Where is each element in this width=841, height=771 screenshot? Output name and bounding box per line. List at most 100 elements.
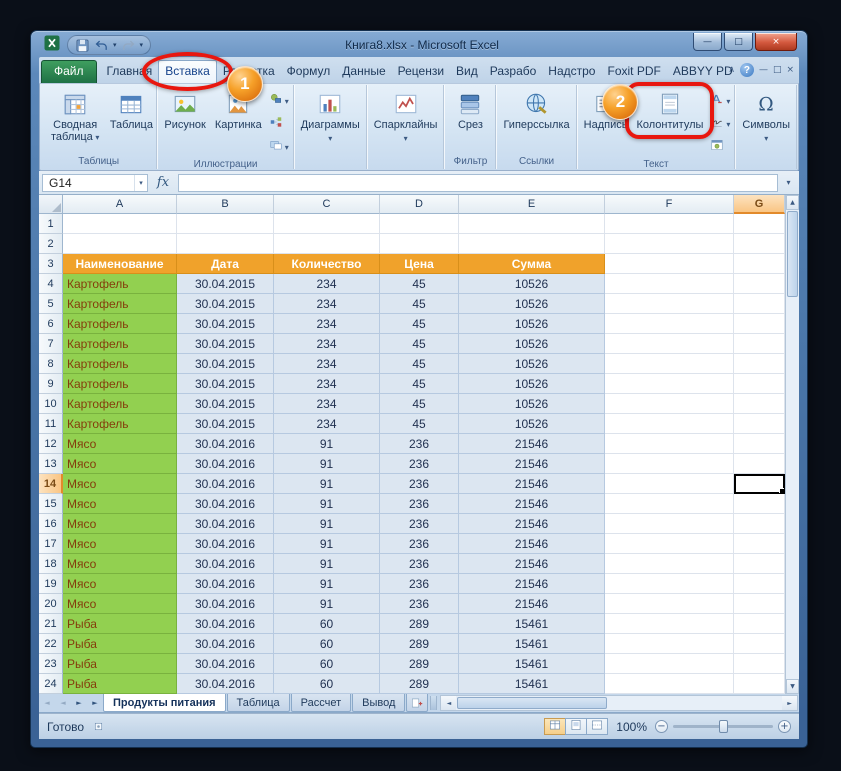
row-header-19[interactable]: 19 bbox=[39, 574, 63, 594]
cell-D15[interactable]: 236 bbox=[380, 494, 459, 514]
column-header-G[interactable]: G bbox=[734, 195, 785, 214]
scroll-down-icon[interactable]: ▼ bbox=[786, 679, 799, 694]
row-header-2[interactable]: 2 bbox=[39, 234, 63, 254]
cell-C20[interactable]: 91 bbox=[274, 594, 380, 614]
tab-addins[interactable]: Надстро bbox=[542, 60, 601, 83]
cell-E7[interactable]: 10526 bbox=[459, 334, 605, 354]
next-sheet-button[interactable]: ► bbox=[71, 694, 87, 712]
row-header-18[interactable]: 18 bbox=[39, 554, 63, 574]
close-button[interactable]: × bbox=[755, 33, 797, 51]
cell-E10[interactable]: 10526 bbox=[459, 394, 605, 414]
ribbon-button-slicer[interactable]: Срез bbox=[447, 88, 493, 133]
ribbon-button-hyperlink[interactable]: Гиперссылка bbox=[499, 88, 573, 133]
cell-A5[interactable]: Картофель bbox=[63, 294, 177, 314]
ribbon-small-smartart-button[interactable] bbox=[267, 114, 291, 135]
cell-E17[interactable]: 21546 bbox=[459, 534, 605, 554]
cell-A24[interactable]: Рыба bbox=[63, 674, 177, 694]
cell-B1[interactable] bbox=[177, 214, 274, 234]
cell-F3[interactable] bbox=[605, 254, 734, 274]
cell-E19[interactable]: 21546 bbox=[459, 574, 605, 594]
cell-A6[interactable]: Картофель bbox=[63, 314, 177, 334]
workbook-minimize-icon[interactable]: — bbox=[759, 65, 768, 75]
cell-G5[interactable] bbox=[734, 294, 785, 314]
cell-E11[interactable]: 10526 bbox=[459, 414, 605, 434]
cell-C3[interactable]: Количество bbox=[274, 254, 380, 274]
cell-E21[interactable]: 15461 bbox=[459, 614, 605, 634]
cell-D21[interactable]: 289 bbox=[380, 614, 459, 634]
cell-B23[interactable]: 30.04.2016 bbox=[177, 654, 274, 674]
cell-F11[interactable] bbox=[605, 414, 734, 434]
cell-D17[interactable]: 236 bbox=[380, 534, 459, 554]
cell-C5[interactable]: 234 bbox=[274, 294, 380, 314]
cell-F21[interactable] bbox=[605, 614, 734, 634]
sheet-tab-products[interactable]: Продукты питания bbox=[103, 694, 226, 712]
cell-D14[interactable]: 236 bbox=[380, 474, 459, 494]
cell-A21[interactable]: Рыба bbox=[63, 614, 177, 634]
save-button[interactable] bbox=[75, 38, 90, 53]
row-header-3[interactable]: 3 bbox=[39, 254, 63, 274]
cell-G13[interactable] bbox=[734, 454, 785, 474]
cell-A22[interactable]: Рыба bbox=[63, 634, 177, 654]
cell-D1[interactable] bbox=[380, 214, 459, 234]
minimize-button[interactable]: — bbox=[693, 33, 722, 51]
row-header-20[interactable]: 20 bbox=[39, 594, 63, 614]
cell-D13[interactable]: 236 bbox=[380, 454, 459, 474]
cell-D7[interactable]: 45 bbox=[380, 334, 459, 354]
column-header-F[interactable]: F bbox=[605, 195, 734, 214]
macro-record-icon[interactable] bbox=[92, 720, 105, 733]
help-icon[interactable]: ? bbox=[740, 63, 754, 77]
cell-F5[interactable] bbox=[605, 294, 734, 314]
cell-G7[interactable] bbox=[734, 334, 785, 354]
undo-dropdown-arrow[interactable]: ▾ bbox=[113, 41, 117, 49]
row-header-5[interactable]: 5 bbox=[39, 294, 63, 314]
row-header-10[interactable]: 10 bbox=[39, 394, 63, 414]
cell-F22[interactable] bbox=[605, 634, 734, 654]
cell-E6[interactable]: 10526 bbox=[459, 314, 605, 334]
ribbon-small-shapes-button[interactable]: ▾ bbox=[267, 91, 291, 112]
minimize-ribbon-icon[interactable]: ∧ bbox=[728, 65, 735, 75]
cell-F8[interactable] bbox=[605, 354, 734, 374]
sheet-tab-output[interactable]: Вывод bbox=[352, 694, 405, 712]
cell-C13[interactable]: 91 bbox=[274, 454, 380, 474]
cell-B18[interactable]: 30.04.2016 bbox=[177, 554, 274, 574]
cell-F15[interactable] bbox=[605, 494, 734, 514]
cell-G8[interactable] bbox=[734, 354, 785, 374]
cell-G9[interactable] bbox=[734, 374, 785, 394]
cell-F18[interactable] bbox=[605, 554, 734, 574]
cell-C4[interactable]: 234 bbox=[274, 274, 380, 294]
row-header-15[interactable]: 15 bbox=[39, 494, 63, 514]
row-header-22[interactable]: 22 bbox=[39, 634, 63, 654]
cell-B8[interactable]: 30.04.2015 bbox=[177, 354, 274, 374]
cell-E23[interactable]: 15461 bbox=[459, 654, 605, 674]
cell-B19[interactable]: 30.04.2016 bbox=[177, 574, 274, 594]
cell-E16[interactable]: 21546 bbox=[459, 514, 605, 534]
vertical-scroll-thumb[interactable] bbox=[787, 211, 798, 297]
cell-B10[interactable]: 30.04.2015 bbox=[177, 394, 274, 414]
insert-function-button[interactable]: fx bbox=[151, 175, 175, 190]
vertical-scrollbar[interactable]: ▲ ▼ bbox=[785, 195, 799, 694]
view-layout-button[interactable] bbox=[565, 718, 587, 735]
cell-B2[interactable] bbox=[177, 234, 274, 254]
formula-input[interactable] bbox=[178, 174, 778, 192]
cell-B17[interactable]: 30.04.2016 bbox=[177, 534, 274, 554]
cell-B12[interactable]: 30.04.2016 bbox=[177, 434, 274, 454]
cell-E15[interactable]: 21546 bbox=[459, 494, 605, 514]
cell-C23[interactable]: 60 bbox=[274, 654, 380, 674]
row-header-21[interactable]: 21 bbox=[39, 614, 63, 634]
column-header-E[interactable]: E bbox=[459, 195, 605, 214]
horizontal-scroll-thumb[interactable] bbox=[457, 697, 607, 709]
cell-D5[interactable]: 45 bbox=[380, 294, 459, 314]
cell-G16[interactable] bbox=[734, 514, 785, 534]
cell-D19[interactable]: 236 bbox=[380, 574, 459, 594]
cell-D16[interactable]: 236 bbox=[380, 514, 459, 534]
column-header-D[interactable]: D bbox=[380, 195, 459, 214]
select-all-corner[interactable] bbox=[39, 195, 63, 214]
cell-E8[interactable]: 10526 bbox=[459, 354, 605, 374]
cell-D20[interactable]: 236 bbox=[380, 594, 459, 614]
insert-worksheet-button[interactable] bbox=[406, 694, 428, 712]
cell-C16[interactable]: 91 bbox=[274, 514, 380, 534]
ribbon-small-screenshot-button[interactable]: ▾ bbox=[267, 137, 291, 158]
cell-F2[interactable] bbox=[605, 234, 734, 254]
tab-foxit[interactable]: Foxit PDF bbox=[601, 60, 666, 83]
row-header-1[interactable]: 1 bbox=[39, 214, 63, 234]
